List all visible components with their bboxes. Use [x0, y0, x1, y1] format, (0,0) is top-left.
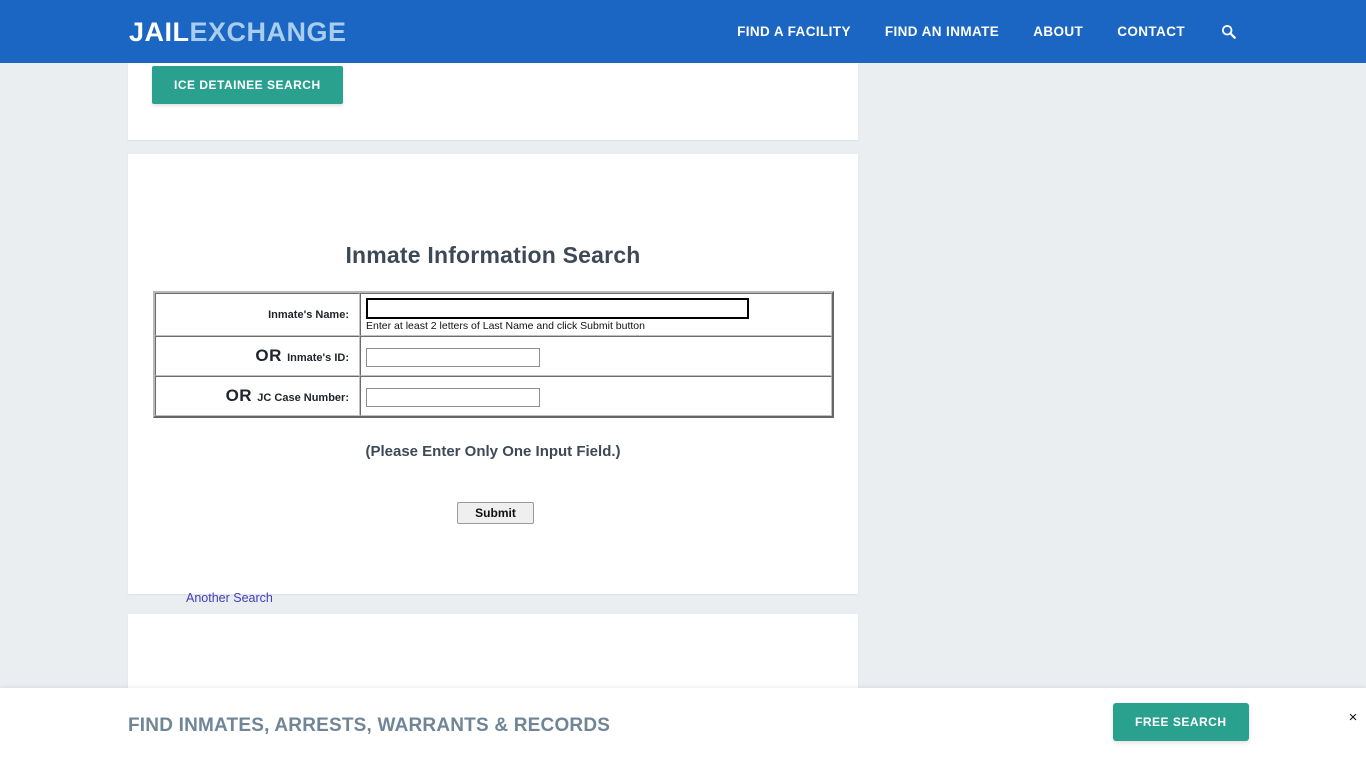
free-search-button[interactable]: FREE SEARCH [1113, 703, 1249, 741]
table-row: OR JC Case Number: [155, 376, 832, 416]
jc-case-number-label: JC Case Number: [257, 392, 349, 404]
inmate-id-label: Inmate's ID: [287, 352, 349, 364]
inmate-search-form-table: Inmate's Name: Enter at least 2 letters … [153, 291, 834, 418]
nav-item-find-an-inmate[interactable]: FIND AN INMATE [885, 24, 999, 39]
bottom-bar-title: FIND INMATES, ARRESTS, WARRANTS & RECORD… [128, 715, 611, 736]
single-field-note: (Please Enter Only One Input Field.) [365, 443, 621, 460]
logo-text-primary: JAIL [129, 17, 190, 47]
inmate-name-label: Inmate's Name: [268, 308, 349, 321]
inmate-search-card: Inmate Information Search Inmate's Name:… [128, 154, 858, 605]
search-icon[interactable] [1221, 24, 1236, 39]
submit-button[interactable]: Submit [457, 502, 534, 524]
nav-item-find-a-facility[interactable]: FIND A FACILITY [737, 24, 851, 39]
inmate-name-hint: Enter at least 2 letters of Last Name an… [366, 320, 645, 332]
site-header: JAILEXCHANGE FIND A FACILITY FIND AN INM… [0, 0, 1366, 63]
logo-text-secondary: EXCHANGE [189, 17, 347, 47]
nav-item-contact[interactable]: CONTACT [1117, 24, 1185, 39]
inmate-id-input-cell [360, 336, 832, 376]
main-navigation: FIND A FACILITY FIND AN INMATE ABOUT CON… [703, 0, 1366, 63]
nav-item-about[interactable]: ABOUT [1033, 24, 1083, 39]
jc-case-number-label-cell: OR JC Case Number: [155, 376, 360, 416]
ice-search-card: ICE DETAINEE SEARCH [128, 63, 858, 140]
jc-case-number-input-cell [360, 376, 832, 416]
site-logo[interactable]: JAILEXCHANGE [129, 17, 347, 47]
inmate-name-input-cell: Enter at least 2 letters of Last Name an… [360, 293, 832, 336]
or-prefix-inmate-id: OR [255, 346, 288, 365]
inmate-id-input[interactable] [366, 347, 540, 367]
another-search-link[interactable]: Another Search [186, 591, 273, 605]
inmate-name-input[interactable] [366, 298, 749, 319]
inmate-name-label-cell: Inmate's Name: [155, 293, 360, 336]
table-row: Inmate's Name: Enter at least 2 letters … [155, 293, 832, 336]
inmate-id-label-cell: OR Inmate's ID: [155, 336, 360, 376]
or-prefix-jc-case-number: OR [225, 386, 258, 405]
table-row: OR Inmate's ID: [155, 336, 832, 376]
page-title: Inmate Information Search [345, 242, 641, 268]
ice-detainee-search-button[interactable]: ICE DETAINEE SEARCH [152, 66, 343, 104]
close-icon[interactable]: × [1344, 709, 1362, 727]
jc-case-number-input[interactable] [366, 387, 540, 407]
